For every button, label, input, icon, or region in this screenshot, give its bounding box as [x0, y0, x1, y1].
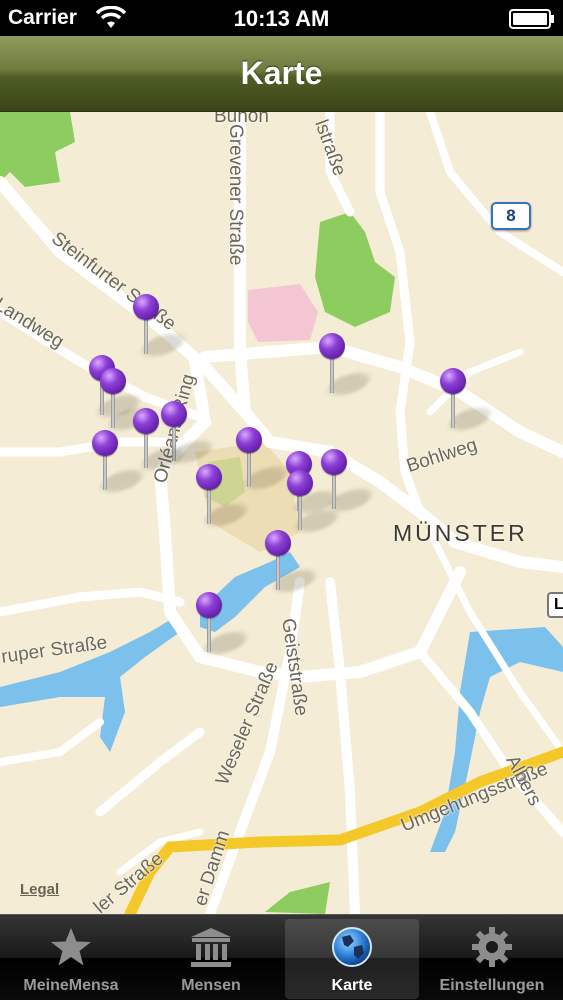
tab-karte[interactable]: Karte: [285, 919, 419, 999]
tab-label: Karte: [331, 977, 373, 994]
battery-icon: [509, 9, 554, 29]
map-pin[interactable]: [319, 333, 377, 413]
page-title: Karte: [240, 55, 323, 91]
building-icon: [191, 928, 231, 967]
tab-label: Mensen: [181, 977, 241, 994]
tab-label: MeineMensa: [23, 977, 119, 994]
park-area: [315, 212, 395, 327]
map-pin[interactable]: [236, 427, 294, 507]
street-label: Grevener Straße: [225, 124, 246, 266]
tab-mensen[interactable]: Mensen: [144, 919, 278, 999]
status-bar: Carrier 10:13 AM: [0, 0, 563, 36]
clock: 10:13 AM: [233, 6, 330, 31]
map-pin[interactable]: [133, 294, 191, 374]
map-view[interactable]: Buhon lstraße Grevener Straße Steinfurte…: [0, 112, 563, 914]
tab-label: Einstellungen: [439, 977, 545, 994]
park-area: [265, 882, 330, 914]
map-pin[interactable]: [440, 368, 498, 448]
tab-meinemensa[interactable]: MeineMensa: [4, 919, 138, 999]
route-shield: 8: [491, 202, 531, 230]
tab-einstellungen[interactable]: Einstellungen: [425, 919, 559, 999]
hospital-area: [248, 284, 318, 342]
gear-icon: [472, 927, 512, 967]
globe-icon: [332, 927, 372, 967]
city-label: MÜNSTER: [393, 520, 528, 546]
road-shield: L: [547, 592, 563, 618]
legal-link[interactable]: Legal: [20, 881, 59, 898]
map-pin[interactable]: [196, 464, 254, 544]
map-pin[interactable]: [265, 530, 323, 610]
tab-bar: MeineMensa Mensen Karte Einstellungen: [0, 914, 563, 1000]
park-area: [0, 112, 75, 187]
map-pin[interactable]: [196, 592, 254, 672]
star-icon: [51, 928, 91, 966]
navigation-bar: Karte: [0, 36, 563, 112]
map-pin[interactable]: [92, 430, 150, 510]
map-pin[interactable]: [161, 401, 219, 481]
